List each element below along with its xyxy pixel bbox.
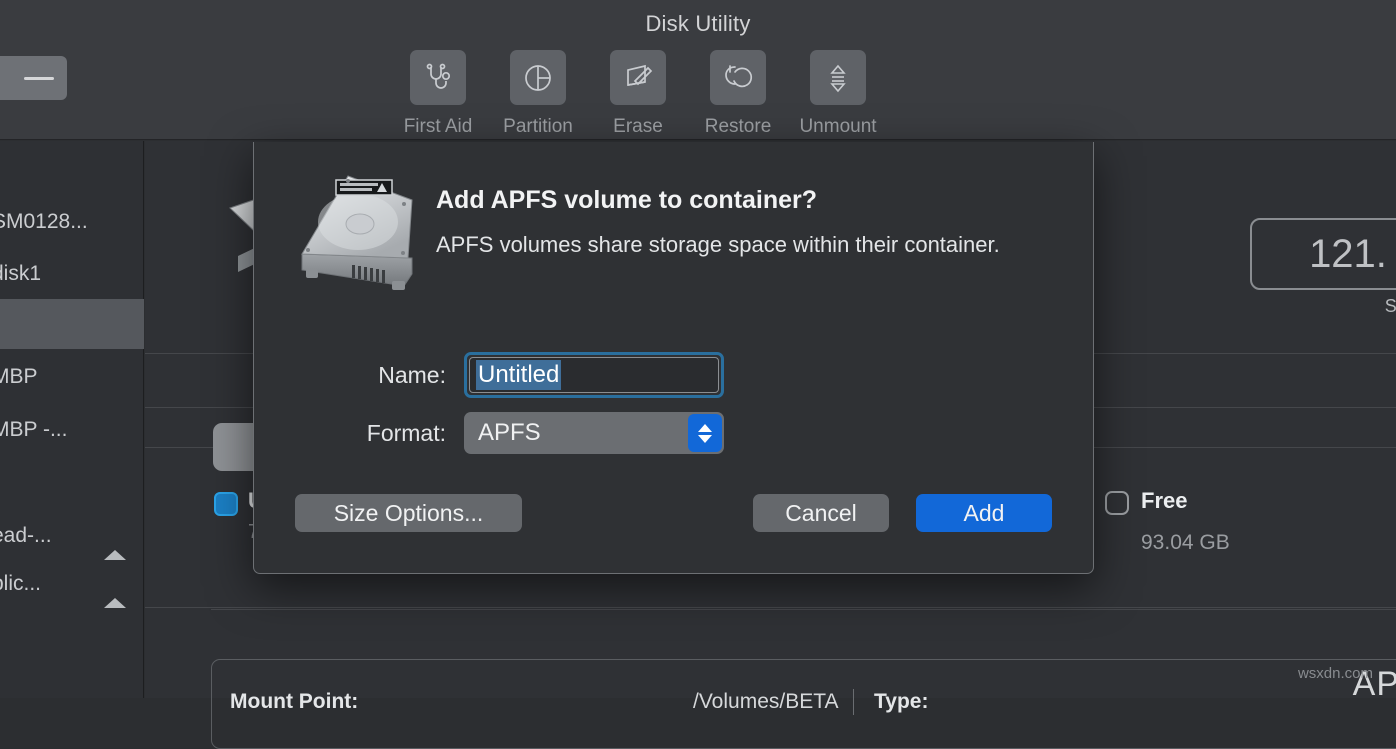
unmount-arrows-icon [810,50,866,105]
capacity-value: 121. [1309,232,1387,277]
format-label: Format: [249,420,464,447]
window-title: Disk Utility [0,11,1396,37]
format-field-row: Format: APFS [249,412,724,454]
sidebar-item-sm0128[interactable]: SM0128... [0,197,144,247]
eject-icon[interactable] [104,527,126,545]
sidebar-item-label: blic... [0,572,41,596]
toolbar-item-label: Partition [503,116,573,138]
sidebar-item-label: ead-... [0,524,52,548]
sidebar-item-read-only[interactable]: ead-... [0,511,144,561]
legend-free-value: 93.04 GB [1141,531,1230,555]
sidebar-item-mbp-data[interactable]: MBP -... [0,405,144,455]
toolbar-item-first-aid[interactable]: First Aid [410,50,466,138]
name-input[interactable]: Untitled [464,352,724,398]
cancel-button[interactable]: Cancel [753,494,889,532]
format-select-value: APFS [464,419,541,447]
legend-free-label: Free [1141,488,1187,514]
sidebar-item-label: disk1 [0,262,41,286]
toolbar-item-partition[interactable]: Partition [510,50,566,138]
legend-free-swatch[interactable] [1105,491,1129,515]
sidebar: SM0128... disk1 MBP MBP -... ead-... bli… [0,141,144,698]
toolbar-item-restore[interactable]: Restore [710,50,766,138]
type-label: Type: [874,690,928,714]
toolbar-item-label: Restore [705,116,772,138]
undo-arrow-icon [710,50,766,105]
sidebar-item-label: MBP [0,365,38,389]
sidebar-item-public[interactable]: blic... [0,559,144,609]
stethoscope-icon [410,50,466,105]
mount-point-value: /Volumes/BETA [693,690,839,714]
size-options-button[interactable]: Size Options... [295,494,522,532]
info-panel: Mount Point: /Volumes/BETA Type: [211,659,1396,749]
name-input-value: Untitled [476,360,561,390]
toolbar-item-label: Erase [613,116,663,138]
dialog-subtitle: APFS volumes share storage space within … [436,232,1000,258]
watermark: wsxdn.com [1298,665,1373,682]
sidebar-item-disk1[interactable]: disk1 [0,249,144,299]
sidebar-item-label: SM0128... [0,210,88,234]
dialog-title: Add APFS volume to container? [436,186,817,215]
add-apfs-volume-dialog: Add APFS volume to container? APFS volum… [253,142,1094,574]
erase-pencil-icon [610,50,666,105]
remove-volume-button[interactable] [0,56,67,100]
sidebar-item-mbp[interactable]: MBP [0,352,144,402]
toolbar-item-label: Unmount [799,116,876,138]
add-button[interactable]: Add [916,494,1052,532]
legend-used-swatch[interactable] [214,492,238,516]
toolbar: Disk Utility lume First Aid [0,0,1396,140]
pie-chart-icon [510,50,566,105]
toolbar-item-unmount[interactable]: Unmount [810,50,866,138]
toolbar-item-label: First Aid [404,116,473,138]
format-select[interactable]: APFS [464,412,724,454]
chevron-updown-icon[interactable] [688,414,722,452]
capacity-caption: SHARED B [1385,296,1396,317]
sidebar-item-label: MBP -... [0,418,67,442]
disk-utility-window: SM0128... disk1 MBP MBP -... ead-... bli… [0,0,1396,698]
name-label: Name: [249,362,464,389]
eject-icon[interactable] [104,575,126,593]
minus-icon [24,77,54,80]
hard-disk-icon [296,170,418,307]
toolbar-item-erase[interactable]: Erase [610,50,666,138]
mount-point-label: Mount Point: [230,690,358,714]
sidebar-item-selected[interactable] [0,299,144,349]
toolbar-actions: First Aid Partition [410,50,866,138]
capacity-box: 121. [1250,218,1396,290]
name-field-row: Name: Untitled [249,352,724,398]
